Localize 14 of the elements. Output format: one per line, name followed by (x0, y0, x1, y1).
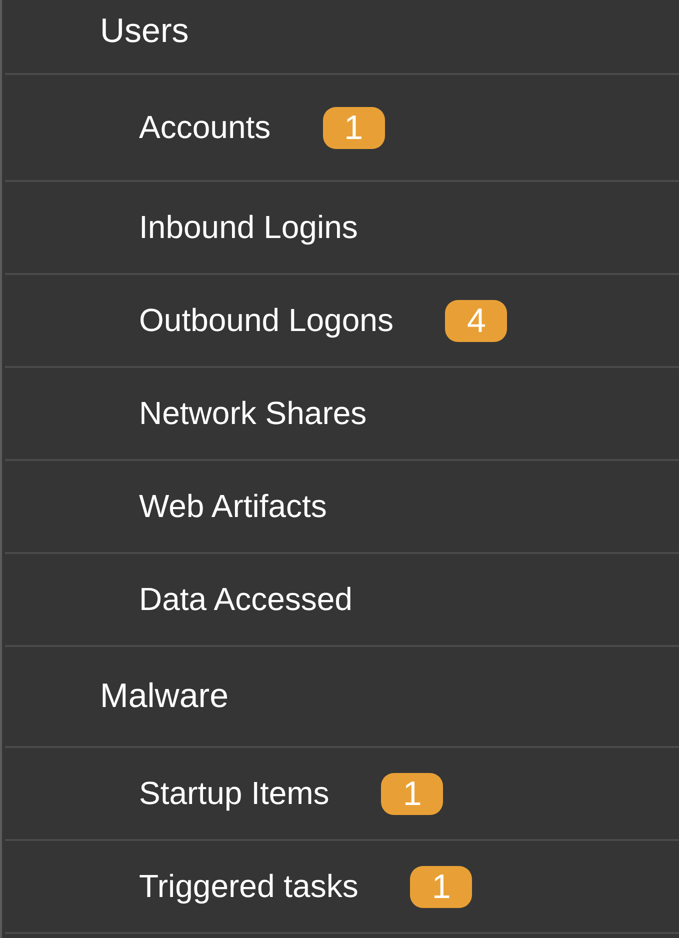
count-badge: 4 (445, 300, 508, 342)
nav-item[interactable]: Inbound Logins (139, 208, 358, 247)
section-header: Malware (100, 676, 228, 717)
count-badge: 1 (322, 106, 385, 148)
section-header: Users (100, 11, 189, 52)
nav-item[interactable]: Outbound Logons (139, 301, 394, 340)
nav-item[interactable]: Accounts (139, 108, 271, 147)
nav-item[interactable]: Data Accessed (139, 580, 352, 619)
count-badge: 1 (381, 772, 444, 814)
count-badge: 1 (410, 866, 472, 908)
nav-item[interactable]: Startup Items (139, 774, 330, 813)
nav-item[interactable]: Web Artifacts (139, 487, 327, 526)
nav-item[interactable]: Triggered tasks (139, 867, 358, 906)
nav-item[interactable]: Network Shares (139, 394, 367, 433)
